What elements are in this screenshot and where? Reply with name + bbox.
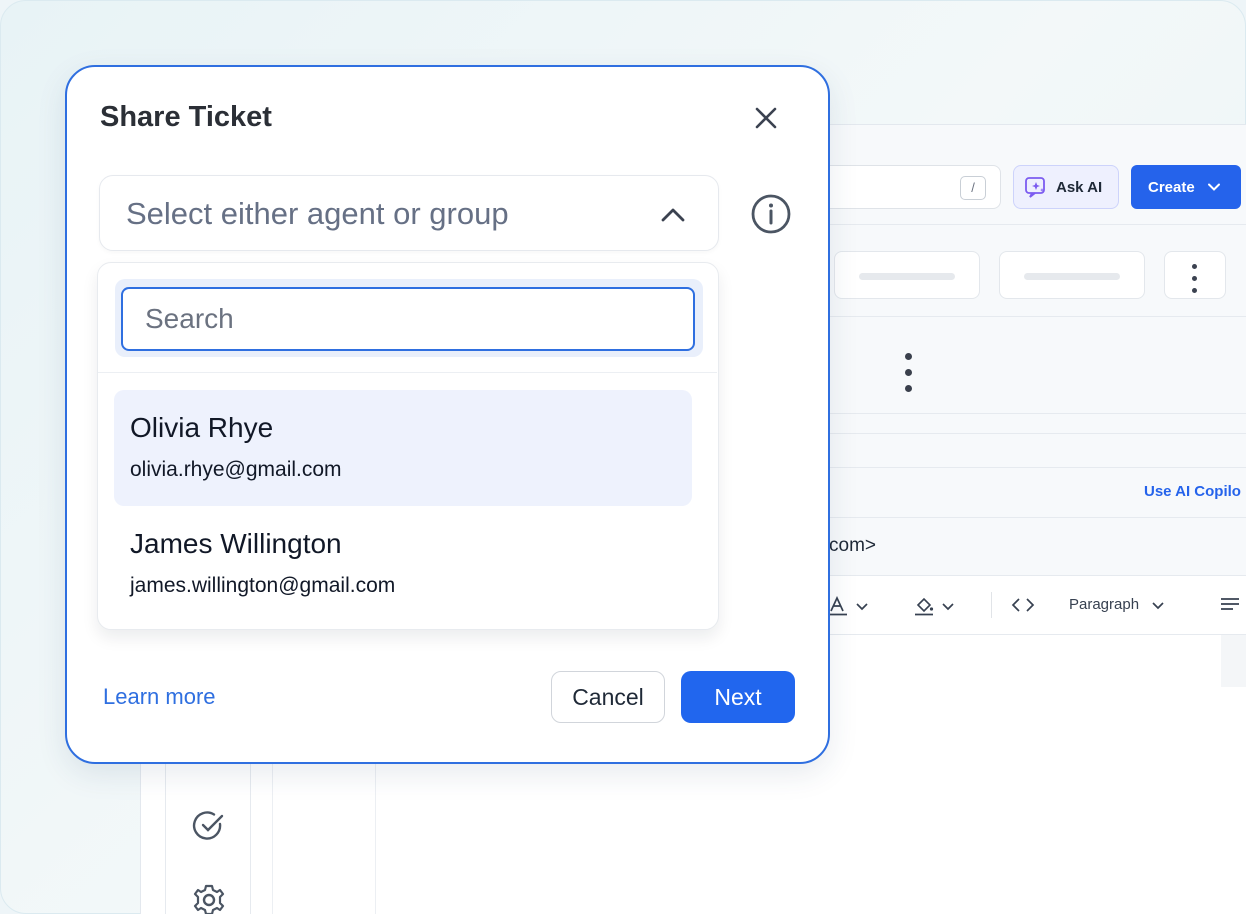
info-icon[interactable]	[750, 193, 792, 235]
ask-ai-label: Ask AI	[1056, 178, 1103, 196]
align-button[interactable]	[1219, 596, 1241, 614]
search-shortcut-key: /	[960, 176, 986, 200]
paint-bucket-icon	[915, 597, 934, 616]
close-button[interactable]	[749, 101, 783, 135]
more-vertical-icon[interactable]	[905, 353, 912, 392]
ask-ai-button[interactable]: Ask AI	[1013, 165, 1119, 209]
align-left-icon	[1221, 598, 1239, 610]
agent-option-james-willington[interactable]: James Willington james.willington@gmail.…	[114, 506, 692, 622]
chevron-down-icon	[1152, 601, 1164, 609]
highlight-color-dropdown[interactable]	[913, 596, 955, 616]
close-icon	[755, 107, 777, 129]
chevron-down-icon	[942, 603, 954, 611]
agent-name: James Willington	[130, 528, 342, 559]
gear-icon[interactable]	[192, 883, 226, 914]
agent-option-olivia-rhye[interactable]: Olivia Rhye olivia.rhye@gmail.com	[114, 390, 692, 506]
search-focus-ring	[115, 279, 703, 357]
agent-email: olivia.rhye@gmail.com	[130, 458, 342, 481]
paragraph-style-dropdown[interactable]: Paragraph	[1069, 596, 1165, 613]
use-ai-copilot-link[interactable]: Use AI Copilo	[1144, 483, 1241, 500]
chevron-down-icon	[856, 603, 868, 611]
learn-more-link[interactable]: Learn more	[103, 684, 216, 710]
toolbar-pill[interactable]	[834, 251, 980, 299]
email-address-fragment: com>	[829, 535, 876, 556]
chevron-down-icon	[1207, 183, 1220, 191]
more-options-button[interactable]	[1164, 251, 1226, 299]
text-color-icon	[829, 596, 847, 616]
create-label: Create	[1148, 178, 1195, 196]
code-button[interactable]	[1011, 596, 1035, 614]
agent-group-select[interactable]: Select either agent or group	[99, 175, 719, 251]
check-circle-icon[interactable]	[192, 809, 226, 843]
next-button[interactable]: Next	[681, 671, 795, 723]
text-color-dropdown[interactable]	[827, 596, 869, 616]
select-placeholder: Select either agent or group	[126, 196, 509, 231]
code-icon	[1011, 598, 1035, 612]
modal-title: Share Ticket	[100, 101, 272, 133]
agent-email: james.willington@gmail.com	[130, 574, 396, 597]
paragraph-label: Paragraph	[1069, 596, 1140, 613]
create-button[interactable]: Create	[1131, 165, 1241, 209]
share-ticket-modal: Share Ticket Select either agent or grou…	[65, 65, 830, 764]
search-input[interactable]	[121, 287, 695, 351]
ai-sparkle-icon	[1025, 177, 1045, 198]
toolbar-pill[interactable]	[999, 251, 1145, 299]
cancel-button[interactable]: Cancel	[551, 671, 665, 723]
agent-name: Olivia Rhye	[130, 412, 274, 443]
agent-dropdown-menu: Olivia Rhye olivia.rhye@gmail.com James …	[97, 262, 719, 630]
more-vertical-icon	[1192, 264, 1197, 293]
chevron-up-icon	[661, 208, 685, 222]
